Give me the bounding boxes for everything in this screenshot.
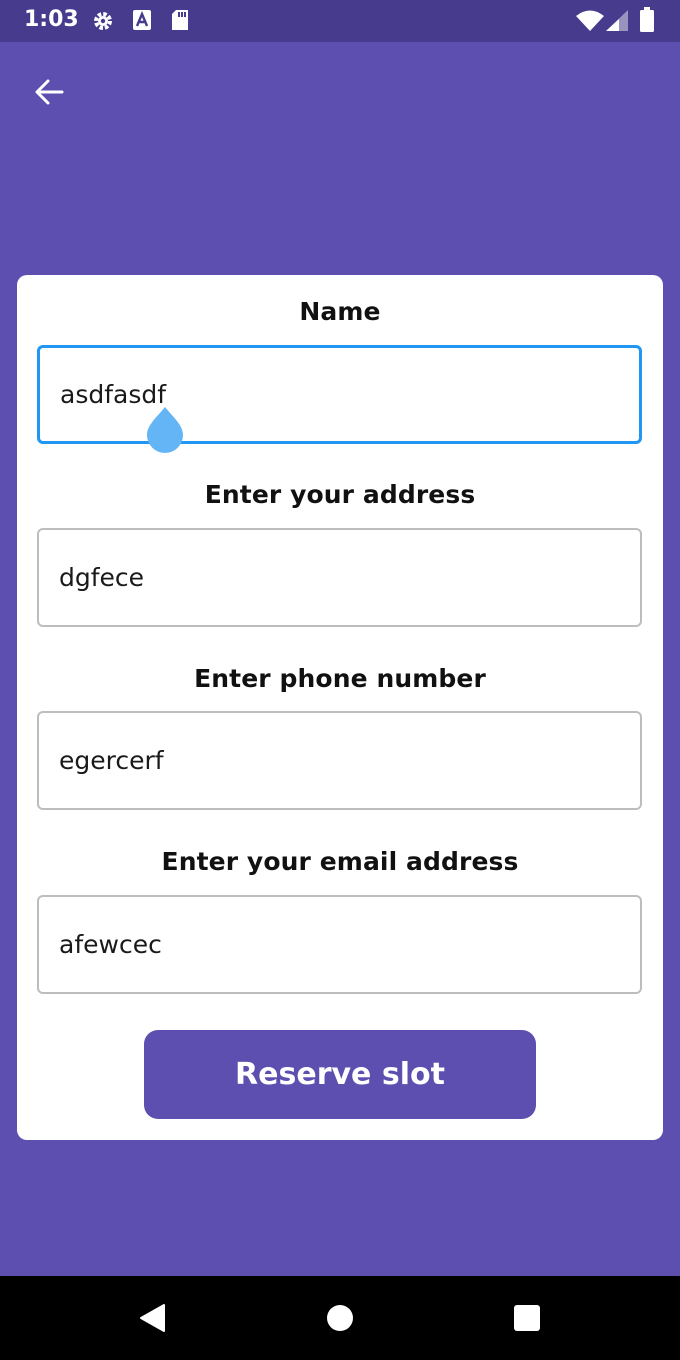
status-bar: 1:03 [0, 0, 680, 42]
navigation-bar [0, 1276, 680, 1360]
phone-input[interactable] [37, 711, 642, 810]
nav-back-button[interactable] [130, 1296, 174, 1340]
sd-card-icon [170, 9, 190, 35]
reserve-slot-button[interactable]: Reserve slot [144, 1030, 536, 1119]
battery-icon [639, 7, 655, 37]
wifi-icon [575, 10, 605, 36]
nav-home-button[interactable] [318, 1296, 362, 1340]
back-triangle-icon [140, 1304, 165, 1332]
text-cursor-handle[interactable] [145, 405, 185, 453]
phone-label: Enter phone number [194, 664, 486, 693]
home-circle-icon [327, 1305, 353, 1331]
recents-square-icon [514, 1305, 540, 1331]
address-label: Enter your address [204, 480, 476, 509]
email-input[interactable] [37, 895, 642, 994]
nav-recents-button[interactable] [505, 1296, 549, 1340]
gear-icon [91, 9, 115, 37]
address-input[interactable] [37, 528, 642, 627]
status-time: 1:03 [24, 7, 79, 32]
name-label: Name [299, 297, 381, 326]
arrow-left-icon [35, 79, 64, 105]
signal-icon [605, 9, 629, 36]
back-button[interactable] [22, 70, 76, 114]
font-a-icon [132, 9, 152, 35]
name-input[interactable] [37, 345, 642, 444]
reservation-card: Name Enter your address Enter phone numb… [17, 275, 663, 1140]
app-area: Name Enter your address Enter phone numb… [0, 42, 680, 1276]
email-label: Enter your email address [161, 847, 519, 876]
